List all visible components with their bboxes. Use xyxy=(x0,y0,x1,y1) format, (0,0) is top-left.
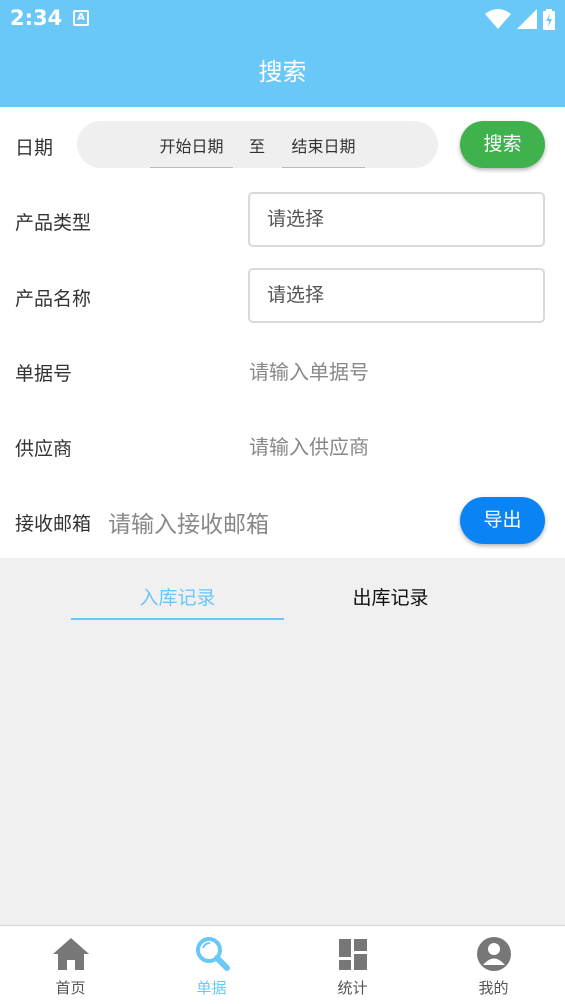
search-icon xyxy=(195,937,230,971)
start-date-field[interactable]: 开始日期 xyxy=(150,131,233,168)
email-label: 接收邮箱 xyxy=(15,513,92,535)
status-icons xyxy=(485,8,555,30)
date-separator: 至 xyxy=(249,137,266,156)
doc-no-label: 单据号 xyxy=(15,363,73,385)
email-input[interactable]: 请输入接收邮箱 xyxy=(108,505,269,539)
doc-no-input[interactable]: 请输入单据号 xyxy=(249,356,369,385)
date-label: 日期 xyxy=(15,137,54,159)
nav-label-profile: 我的 xyxy=(478,979,509,997)
dashboard-icon xyxy=(338,939,367,970)
export-button[interactable]: 导出 xyxy=(460,497,545,544)
nav-label-home: 首页 xyxy=(55,979,86,997)
nav-label-documents: 单据 xyxy=(196,979,227,997)
end-date-field[interactable]: 结束日期 xyxy=(282,131,365,168)
app-header: 2:34 A 搜索 xyxy=(0,0,565,107)
supplier-input[interactable]: 请输入供应商 xyxy=(249,431,369,460)
nav-item-documents[interactable]: 单据 xyxy=(141,926,282,1004)
nav-item-home[interactable]: 首页 xyxy=(0,926,141,1004)
notification-a-icon: A xyxy=(73,10,89,26)
tab-inbound-records[interactable]: 入库记录 xyxy=(71,583,284,610)
nav-label-stats: 统计 xyxy=(337,979,368,997)
home-icon xyxy=(52,938,89,970)
product-type-label: 产品类型 xyxy=(15,212,92,234)
tab-outbound-records[interactable]: 出库记录 xyxy=(284,583,497,610)
page-title: 搜索 xyxy=(258,58,307,86)
active-tab-indicator xyxy=(71,618,284,620)
signal-icon xyxy=(517,9,537,29)
search-form: 日期 开始日期 至 结束日期 搜索 产品类型 请选择 产品名称 请选择 单据号 … xyxy=(0,107,565,558)
search-button[interactable]: 搜索 xyxy=(460,121,545,168)
status-time: 2:34 xyxy=(10,6,63,30)
bottom-nav: 首页 单据 统计 我的 xyxy=(0,925,565,1004)
user-icon xyxy=(476,937,511,971)
battery-icon xyxy=(543,8,555,30)
product-type-select[interactable]: 请选择 xyxy=(248,192,545,247)
nav-item-stats[interactable]: 统计 xyxy=(282,926,423,1004)
record-tabs: 入库记录 出库记录 xyxy=(0,558,565,628)
product-name-label: 产品名称 xyxy=(15,288,92,310)
wifi-icon xyxy=(485,9,511,29)
nav-item-profile[interactable]: 我的 xyxy=(423,926,564,1004)
date-range-picker: 开始日期 至 结束日期 xyxy=(77,121,438,168)
supplier-label: 供应商 xyxy=(15,438,73,460)
product-name-select[interactable]: 请选择 xyxy=(248,268,545,323)
status-bar: 2:34 A xyxy=(0,0,565,38)
